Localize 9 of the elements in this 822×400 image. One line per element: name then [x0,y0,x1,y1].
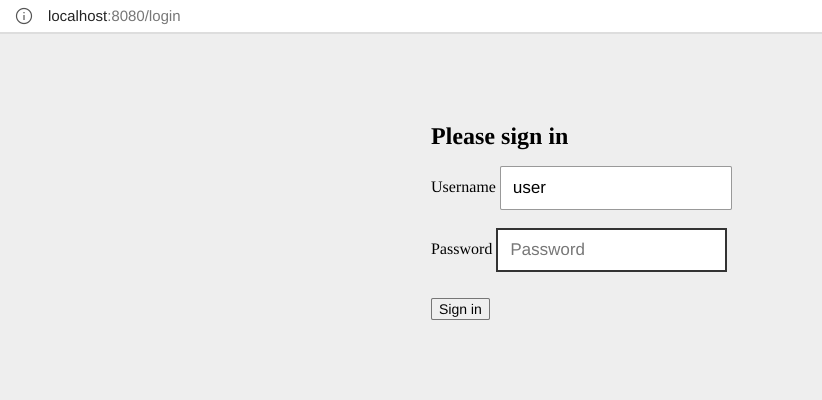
password-field[interactable]: Password [496,228,728,272]
field-label: Username [431,179,496,197]
sign-in-button[interactable]: Sign in [431,298,490,320]
url-host[interactable]: localhost [48,8,108,24]
url-path[interactable]: :8080/login [107,8,181,24]
field-label: Password [431,241,492,259]
username-field[interactable]: user [500,166,732,210]
info-icon[interactable] [15,7,33,25]
form-title: Please sign in [431,124,568,151]
